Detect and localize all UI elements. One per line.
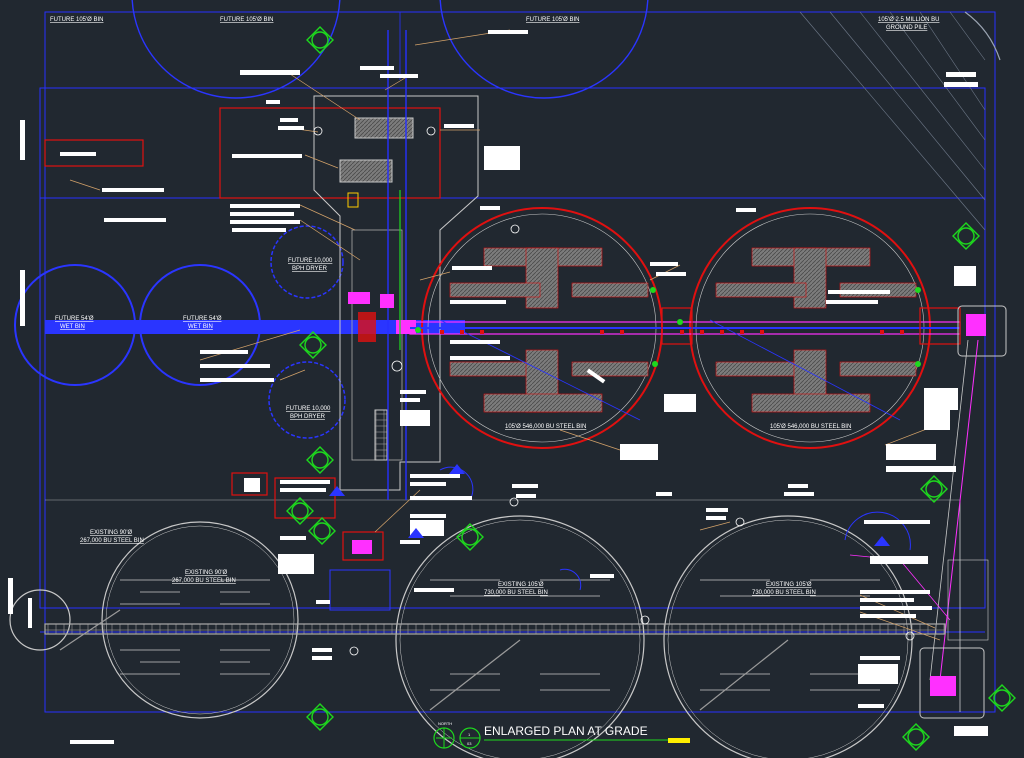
label-wet-bin-1-line1: FUTURE 54'Ø xyxy=(55,316,94,322)
label-wet-bin-2-line1: FUTURE 54'Ø xyxy=(183,316,222,322)
label-steel-bin-2: 105'Ø 546,000 BU STEEL BIN xyxy=(770,424,851,430)
label-existing-center-line1: EXISTING 105'Ø xyxy=(498,582,544,588)
existing-bins xyxy=(9,515,946,758)
label-dryer-bottom-line1: FUTURE 10,000 xyxy=(286,406,331,412)
label-steel-bin-1: 105'Ø 546,000 BU STEEL BIN xyxy=(505,424,586,430)
title-marker-bottom: 03 xyxy=(467,741,472,746)
label-existing-right-line1: EXISTING 105'Ø xyxy=(766,582,812,588)
existing-bin-labels: EXISTING 90'Ø 267,000 BU STEEL BIN EXIST… xyxy=(80,530,816,596)
title-marker-top: 1 xyxy=(468,732,471,737)
label-future-bin-1: FUTURE 105'Ø BIN xyxy=(50,17,104,23)
drawing-title-block: NORTH 1 03 ENLARGED PLAN AT GRADE xyxy=(433,721,690,749)
label-existing-left-line1: EXISTING 90'Ø xyxy=(90,530,132,536)
label-dryer-bottom-line2: BPH DRYER xyxy=(290,414,326,420)
site-plan-drawing: FUTURE 105'Ø BIN FUTURE 105'Ø BIN FUTURE… xyxy=(8,0,1016,758)
label-existing-center-left-line2: 267,000 BU STEEL BIN xyxy=(172,578,236,584)
annotation-tags xyxy=(8,30,988,744)
label-existing-center-line2: 730,000 BU STEEL BIN xyxy=(484,590,548,596)
label-wet-bin-2-line2: WET BIN xyxy=(188,324,213,330)
label-existing-left-line2: 267,000 BU STEEL BIN xyxy=(80,538,144,544)
label-existing-center-left-line1: EXISTING 90'Ø xyxy=(185,570,227,576)
dryer-labels: FUTURE 10,000 BPH DRYER FUTURE 10,000 BP… xyxy=(286,258,333,420)
label-future-bin-2: FUTURE 105'Ø BIN xyxy=(220,17,274,23)
label-dryer-top-line2: BPH DRYER xyxy=(292,266,328,272)
label-wet-bin-1-line2: WET BIN xyxy=(60,324,85,330)
receiving-tower xyxy=(313,30,479,500)
future-bins-top xyxy=(131,0,649,99)
north-arrow-label: NORTH xyxy=(438,721,452,726)
steel-bin-labels: 105'Ø 546,000 BU STEEL BIN 105'Ø 546,000… xyxy=(505,424,851,430)
drawing-title: ENLARGED PLAN AT GRADE xyxy=(484,724,648,738)
leader-lines xyxy=(69,29,951,641)
label-dryer-top-line1: FUTURE 10,000 xyxy=(288,258,333,264)
ground-pile xyxy=(799,11,1001,231)
label-ground-pile-line2: GROUND PILE xyxy=(886,25,927,31)
cad-drawing-viewport[interactable]: FUTURE 105'Ø BIN FUTURE 105'Ø BIN FUTURE… xyxy=(0,0,1024,758)
right-drag-conveyor xyxy=(919,305,1007,719)
label-future-bin-3: FUTURE 105'Ø BIN xyxy=(526,17,580,23)
label-ground-pile-line1: 105'Ø 2.5 MILLION BU xyxy=(878,17,940,23)
label-existing-right-line2: 730,000 BU STEEL BIN xyxy=(752,590,816,596)
lower-receiving xyxy=(329,466,951,621)
